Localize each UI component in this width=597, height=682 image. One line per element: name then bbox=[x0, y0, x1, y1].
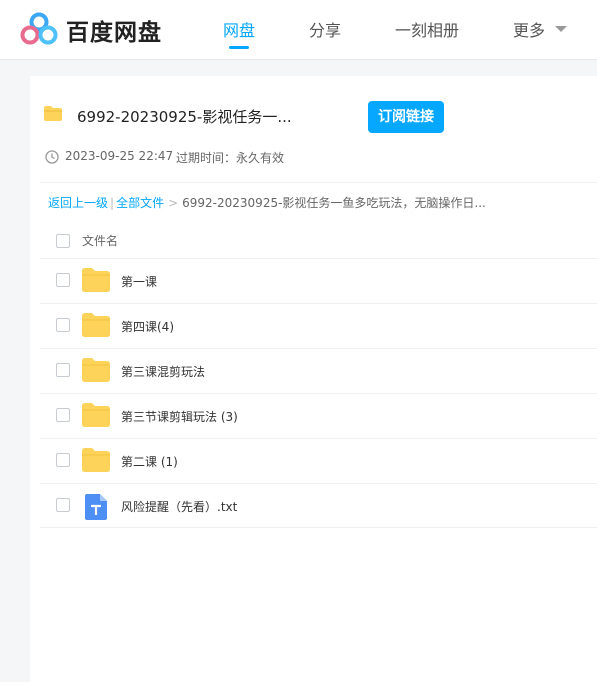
active-tab-indicator bbox=[229, 46, 249, 49]
breadcrumb-separator: > bbox=[168, 196, 179, 210]
file-row[interactable]: 第三节课剪辑玩法 (3) bbox=[40, 393, 597, 438]
file-name[interactable]: 第三课混剪玩法 bbox=[121, 363, 205, 380]
file-name[interactable]: 风险提醒（先看）.txt bbox=[121, 498, 237, 515]
file-name[interactable]: 第一课 bbox=[121, 273, 157, 290]
file-row[interactable]: 风险提醒（先看）.txt bbox=[40, 483, 597, 528]
folder-icon bbox=[44, 106, 62, 121]
share-date: 2023-09-25 22:47 bbox=[65, 149, 174, 163]
breadcrumb-all-files-link[interactable]: 全部文件 bbox=[116, 196, 164, 210]
breadcrumb-current-folder: 6992-20230925-影视任务一鱼多吃玩法，无脑操作日... bbox=[182, 196, 486, 210]
breadcrumb: 返回上一级 | 全部文件 >6992-20230925-影视任务一鱼多吃玩法，无脑操作… bbox=[48, 194, 486, 211]
file-row[interactable]: 第二课 (1) bbox=[40, 438, 597, 483]
breadcrumb-back-link[interactable]: 返回上一级 bbox=[48, 196, 108, 210]
folder-icon bbox=[82, 358, 110, 382]
column-header-filename[interactable]: 文件名 bbox=[82, 232, 118, 249]
row-checkbox[interactable] bbox=[56, 273, 70, 287]
row-checkbox[interactable] bbox=[56, 453, 70, 467]
folder-icon bbox=[82, 268, 110, 292]
chevron-down-icon[interactable] bbox=[555, 26, 567, 32]
shared-folder-title: 6992-20230925-影视任务一... bbox=[77, 108, 292, 126]
nav-tab-netdisk[interactable]: 网盘 bbox=[223, 17, 255, 41]
breadcrumb-separator: | bbox=[110, 196, 115, 210]
nav-tab-photo-album[interactable]: 一刻相册 bbox=[395, 17, 459, 41]
row-checkbox[interactable] bbox=[56, 363, 70, 377]
subscribe-link-button[interactable]: 订阅链接 bbox=[368, 101, 444, 133]
baidu-netdisk-logo-icon[interactable] bbox=[20, 12, 58, 46]
select-all-checkbox[interactable] bbox=[56, 234, 70, 248]
nav-tab-share[interactable]: 分享 bbox=[309, 17, 341, 41]
expiry-info: 过期时间：永久有效 bbox=[176, 151, 285, 165]
row-checkbox[interactable] bbox=[56, 498, 70, 512]
file-row[interactable]: 第四课(4) bbox=[40, 303, 597, 348]
brand-name[interactable]: 百度网盘 bbox=[66, 13, 162, 47]
folder-icon bbox=[82, 313, 110, 337]
folder-icon bbox=[82, 403, 110, 427]
row-checkbox[interactable] bbox=[56, 408, 70, 422]
file-row[interactable]: 第一课 bbox=[40, 258, 597, 303]
clock-icon bbox=[45, 150, 59, 164]
file-name[interactable]: 第四课(4) bbox=[121, 318, 174, 335]
top-navigation-bar: 百度网盘 网盘 分享 一刻相册 更多 bbox=[0, 0, 597, 60]
file-name[interactable]: 第二课 (1) bbox=[121, 453, 178, 470]
txt-file-icon bbox=[85, 494, 107, 520]
file-name[interactable]: 第三节课剪辑玩法 (3) bbox=[121, 408, 238, 425]
folder-icon bbox=[82, 448, 110, 472]
nav-tab-more[interactable]: 更多 bbox=[513, 17, 545, 41]
header-divider bbox=[40, 182, 597, 183]
row-checkbox[interactable] bbox=[56, 318, 70, 332]
file-row[interactable]: 第三课混剪玩法 bbox=[40, 348, 597, 393]
